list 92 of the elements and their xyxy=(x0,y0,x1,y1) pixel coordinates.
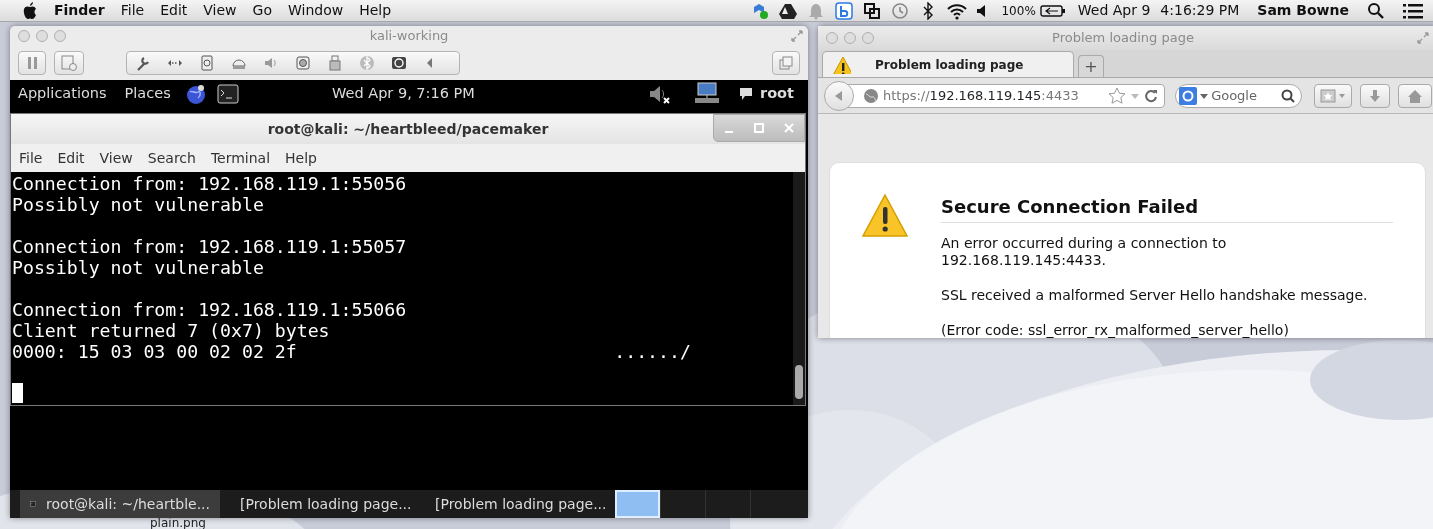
triangle-icon[interactable] xyxy=(779,1,800,20)
text-cursor xyxy=(12,383,23,403)
windows-icon xyxy=(779,56,793,70)
date-text[interactable]: Wed Apr 9 xyxy=(1077,0,1151,21)
window-title: kali-working xyxy=(369,28,449,44)
caret-icon[interactable] xyxy=(1200,91,1209,100)
minimize-button[interactable] xyxy=(844,32,856,44)
maximize-button[interactable] xyxy=(753,122,765,134)
menu-item[interactable]: Edit xyxy=(160,0,188,21)
zoom-button[interactable] xyxy=(862,32,874,44)
wrench-icon[interactable] xyxy=(135,55,151,71)
url-field[interactable]: https://192.168.119.145:4433 xyxy=(848,83,1166,108)
back-button[interactable] xyxy=(824,80,854,111)
bookmarks-button[interactable] xyxy=(1314,83,1352,108)
pause-button[interactable] xyxy=(18,51,46,75)
reload-icon[interactable] xyxy=(1144,88,1159,103)
letter-box-icon[interactable] xyxy=(835,1,856,20)
menu-item[interactable]: Go xyxy=(252,0,272,21)
terminal-line: Possibly not vulnerable xyxy=(12,194,264,215)
snapshot-icon xyxy=(61,55,77,71)
error-message: An error occurred during a connection to 192.168.119.145:4433. xyxy=(941,235,1228,269)
taskbar-button[interactable]: root@kali: ~/heartble... xyxy=(20,490,220,518)
error-message: (Error code: ssl_error_rx_malformed_server_hello) xyxy=(941,322,1290,338)
downloads-button[interactable] xyxy=(1360,83,1390,108)
close-button[interactable] xyxy=(826,32,838,44)
battery-percent: 100% xyxy=(1001,2,1036,20)
network-icon[interactable] xyxy=(694,82,720,106)
panel-clock[interactable]: Wed Apr 9, 7:16 PM xyxy=(332,83,475,105)
taskbar-button[interactable]: [Problem loading page... xyxy=(220,490,415,518)
snapshot-button[interactable] xyxy=(54,51,84,75)
error-title: Secure Connection Failed xyxy=(941,193,1393,223)
menu-item[interactable]: File xyxy=(19,147,43,169)
menu-item[interactable]: Window xyxy=(287,0,344,21)
search-field[interactable]: Google xyxy=(1175,83,1302,108)
menu-item[interactable]: Edit xyxy=(57,147,85,169)
globe-icon[interactable] xyxy=(184,83,207,105)
url-text: https://192.168.119.145:4433 xyxy=(883,86,1079,105)
search-icon[interactable] xyxy=(1281,88,1295,103)
star-icon[interactable] xyxy=(1108,86,1127,105)
app-menu[interactable]: Finder xyxy=(54,0,105,21)
terminal-icon[interactable] xyxy=(216,84,239,104)
new-tab-button[interactable]: + xyxy=(1078,55,1104,77)
pause-icon xyxy=(25,56,39,70)
minimize-button[interactable] xyxy=(36,30,48,42)
clock-text[interactable]: 4:16:29 PM xyxy=(1160,0,1240,21)
muted-speaker-icon[interactable] xyxy=(648,83,672,105)
menu-item[interactable]: View xyxy=(99,147,133,169)
user-menu[interactable]: root xyxy=(760,83,794,105)
file-label: plain.png xyxy=(150,515,206,529)
terminal-line: Connection from: 192.168.119.1:55056 xyxy=(12,173,407,194)
menu-item[interactable]: Search xyxy=(147,147,196,169)
speech-bubble-icon[interactable] xyxy=(738,86,754,102)
close-button[interactable] xyxy=(18,30,30,42)
warning-icon xyxy=(862,193,908,239)
terminal-line: Connection from: 192.168.119.1:55066 xyxy=(12,299,407,320)
terminal-line: ....../ xyxy=(614,341,691,362)
search-icon[interactable] xyxy=(1367,1,1385,20)
fullscreen-icon[interactable] xyxy=(1416,31,1430,45)
error-message: SSL received a malformed Server Hello handshake message. xyxy=(941,287,1369,304)
warning-icon xyxy=(831,55,851,74)
fullscreen-icon[interactable] xyxy=(790,29,804,43)
menu-item[interactable]: Help xyxy=(285,147,317,169)
view-button[interactable] xyxy=(772,51,800,75)
taskbar-button[interactable]: [Problem loading page... xyxy=(415,490,610,518)
list-icon[interactable] xyxy=(1403,2,1423,19)
home-button[interactable] xyxy=(1398,83,1432,108)
bookmark-star-icon xyxy=(1320,88,1346,103)
panel-menu[interactable]: Applications xyxy=(18,83,107,105)
download-icon xyxy=(1368,88,1382,103)
menu-item[interactable]: Terminal xyxy=(210,147,271,169)
terminal-line: Client returned 7 (0x7) bytes xyxy=(12,320,330,341)
search-placeholder: Google xyxy=(1211,86,1258,105)
terminal-line: 0000: 15 03 03 00 02 02 2f xyxy=(12,341,297,362)
user-name[interactable]: Sam Bowne xyxy=(1257,0,1349,21)
home-icon xyxy=(1407,88,1423,103)
terminal-line: Connection from: 192.168.119.1:55057 xyxy=(12,236,407,257)
search-engine-icon[interactable] xyxy=(1179,86,1198,105)
browser-tab[interactable]: Problem loading page xyxy=(822,51,1074,77)
menu-item[interactable]: Help xyxy=(359,0,392,21)
scrollbar[interactable] xyxy=(793,172,805,405)
panel-menu[interactable]: Places xyxy=(124,83,171,105)
menu-item[interactable]: File xyxy=(120,0,145,21)
terminal-line: Possibly not vulnerable xyxy=(12,257,264,278)
battery-icon[interactable] xyxy=(1039,3,1066,18)
window-title: root@kali: ~/heartbleed/pacemaker xyxy=(267,119,549,139)
wifi-icon[interactable] xyxy=(947,1,968,20)
zoom-button[interactable] xyxy=(54,30,66,42)
usb-icon[interactable] xyxy=(327,55,343,71)
window-title: Problem loading page xyxy=(1052,30,1194,46)
camera-icon[interactable] xyxy=(295,55,311,71)
menu-item[interactable]: View xyxy=(203,0,237,21)
globe-icon xyxy=(863,87,879,104)
